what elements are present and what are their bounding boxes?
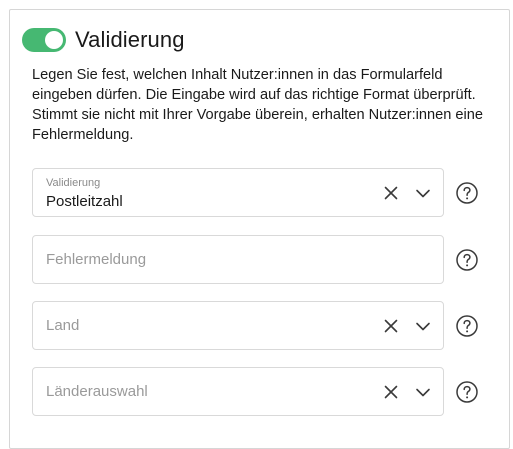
error-message-placeholder: Fehlermeldung (46, 251, 147, 268)
country-selection-select[interactable]: Länderauswahl (32, 367, 444, 416)
chevron-down-icon[interactable] (411, 181, 435, 205)
help-circle-icon[interactable] (455, 181, 479, 205)
validation-select-label: Validierung (46, 177, 101, 189)
validation-toggle[interactable] (22, 28, 66, 52)
country-select[interactable]: Land (32, 301, 444, 350)
country-selection-placeholder: Länderauswahl (46, 383, 148, 400)
help-circle-icon[interactable] (455, 380, 479, 404)
chevron-down-icon[interactable] (411, 314, 435, 338)
close-icon[interactable] (379, 380, 403, 404)
validation-title: Validierung (75, 27, 185, 52)
validation-select-value: Postleitzahl (46, 193, 123, 210)
help-circle-icon[interactable] (455, 248, 479, 272)
chevron-down-icon[interactable] (411, 380, 435, 404)
country-select-placeholder: Land (46, 317, 80, 334)
validation-header: Validierung (22, 25, 185, 55)
error-message-input[interactable]: Fehlermeldung (32, 235, 444, 284)
help-circle-icon[interactable] (455, 314, 479, 338)
top-edge (0, 0, 513, 8)
validation-select[interactable]: Validierung Postleitzahl (32, 168, 444, 217)
close-icon[interactable] (379, 181, 403, 205)
toggle-knob (45, 31, 63, 49)
close-icon[interactable] (379, 314, 403, 338)
validation-description: Legen Sie fest, welchen Inhalt Nutzer:in… (32, 67, 484, 143)
